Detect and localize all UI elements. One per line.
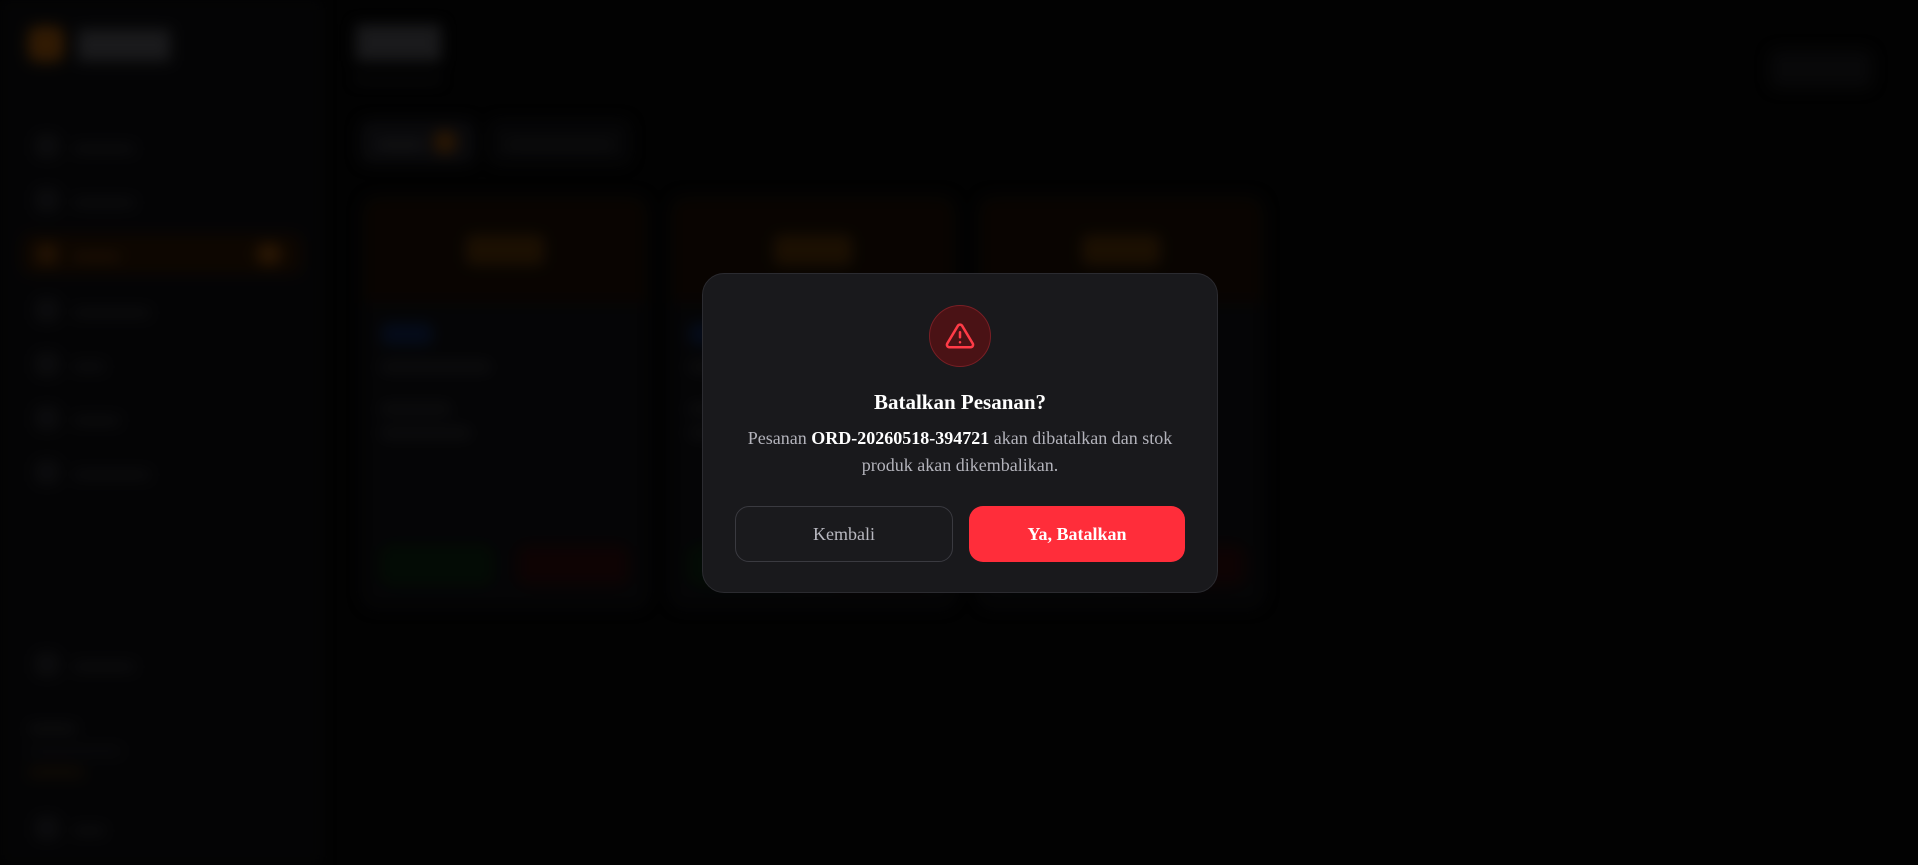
dialog-title: Batalkan Pesanan? (873, 390, 1047, 414)
cancel-order-dialog: Batalkan Pesanan? Pesanan ORD-20260518-3… (702, 273, 1218, 593)
app-root: █████ ▬▬▬▬ ▬▬▬▬ ▬▬▬ ▬▬▬▬▬ ▬▬ ▬▬▬ ▬▬▬▬▬ ▬… (0, 0, 1918, 865)
message-prefix: Pesanan (747, 428, 812, 448)
back-button[interactable]: Kembali (735, 506, 953, 562)
dialog-message: Pesanan ORD-20260518-394721 akan dibatal… (733, 425, 1187, 479)
order-id: ORD-20260518-394721 (811, 428, 990, 448)
warning-triangle-icon (929, 305, 991, 367)
confirm-cancel-button[interactable]: Ya, Batalkan (969, 506, 1185, 562)
dialog-actions: Kembali Ya, Batalkan (735, 506, 1185, 562)
